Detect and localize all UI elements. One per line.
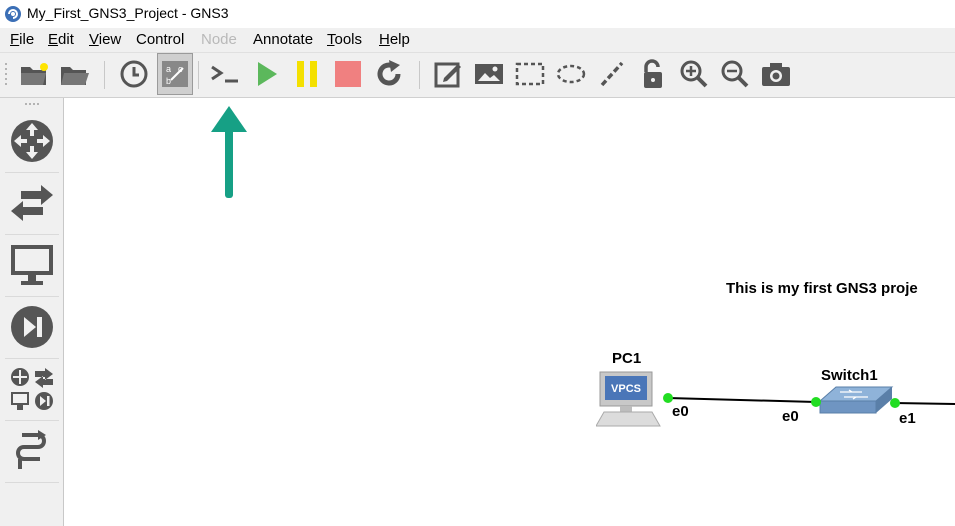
browse-all-devices-button[interactable] [5, 358, 59, 421]
switches-icon [11, 185, 53, 221]
add-note-button[interactable] [430, 53, 466, 95]
browse-routers-button[interactable] [5, 110, 59, 173]
add-link-icon [16, 430, 46, 469]
security-devices-icon [11, 306, 53, 348]
browse-security-devices-button[interactable] [5, 296, 59, 359]
menu-tools-label: ools [334, 31, 363, 48]
routers-icon [11, 120, 53, 162]
zoom-out-button[interactable] [717, 53, 753, 95]
menu-view-label: iew [98, 31, 122, 48]
menu-file[interactable]: File [10, 31, 34, 48]
insert-picture-icon [475, 64, 503, 84]
menu-view[interactable]: View [89, 31, 121, 48]
menu-bar: File Edit View Control Node Annotate Too… [0, 28, 955, 53]
suspend-all-icon [297, 61, 317, 87]
title-bar: My_First_GNS3_Project - GNS3 [0, 0, 955, 28]
switch1-e0-port-label[interactable]: e0 [782, 408, 799, 425]
browse-switches-button[interactable] [5, 172, 59, 235]
menu-tools-mnemonic: T [327, 31, 335, 48]
toolbar-separator [104, 61, 105, 89]
reload-all-button[interactable] [371, 53, 407, 95]
draw-ellipse-icon [556, 64, 586, 84]
menu-file-label: ile [19, 31, 35, 48]
sidebar-grip-icon[interactable] [24, 102, 40, 106]
svg-text:b: b [166, 76, 171, 86]
menu-control[interactable]: Control [136, 31, 184, 48]
menu-tools[interactable]: Tools [327, 31, 362, 48]
zoom-in-icon [680, 60, 708, 88]
topology-canvas[interactable]: This is my first GNS3 proje PC1 VPCS e0 … [64, 98, 955, 526]
device-sidebar [0, 98, 64, 526]
toolbar-separator [198, 61, 199, 89]
all-devices-icon [11, 368, 53, 410]
draw-rectangle-icon [515, 62, 545, 86]
link-pc1-switch1[interactable] [667, 397, 817, 403]
draw-rectangle-button[interactable] [512, 53, 548, 95]
gns3-app-icon [5, 6, 21, 22]
window-title: My_First_GNS3_Project - GNS3 [27, 5, 229, 21]
switch1-label[interactable]: Switch1 [821, 367, 878, 384]
menu-help[interactable]: Help [379, 31, 410, 48]
draw-line-icon [600, 61, 624, 87]
zoom-out-icon [721, 60, 749, 88]
pc1-node-icon[interactable]: VPCS [596, 370, 662, 430]
lock-icon [644, 59, 662, 88]
switch1-node-icon[interactable] [818, 383, 894, 419]
reload-all-icon [377, 60, 401, 86]
menu-annotate[interactable]: Annotate [253, 31, 313, 48]
lock-button[interactable] [635, 53, 671, 95]
console-all-button[interactable] [207, 53, 243, 95]
toolbar-grip-icon[interactable] [4, 61, 8, 89]
menu-node[interactable]: Node [201, 31, 237, 48]
stop-all-icon [335, 61, 361, 87]
switch1-e1-status-icon [890, 398, 900, 408]
suspend-all-button[interactable] [289, 53, 325, 95]
browse-end-devices-button[interactable] [5, 234, 59, 297]
stop-all-button[interactable] [330, 53, 366, 95]
menu-edit[interactable]: Edit [48, 31, 74, 48]
pc1-e0-port-label[interactable]: e0 [672, 403, 689, 420]
switch1-e0-status-icon [811, 397, 821, 407]
links-layer [667, 397, 955, 405]
new-project-icon [21, 63, 48, 85]
add-link-button[interactable] [5, 420, 59, 483]
end-devices-icon [11, 245, 53, 285]
menu-help-label: elp [389, 31, 410, 48]
new-project-button[interactable] [16, 53, 52, 95]
svg-text:a: a [166, 64, 171, 74]
start-all-icon [258, 62, 277, 86]
pc1-label[interactable]: PC1 [612, 350, 641, 367]
menu-file-mnemonic: F [10, 31, 20, 48]
menu-edit-label: dit [58, 31, 74, 48]
pc1-vpcs-text: VPCS [611, 383, 641, 395]
menu-view-mnemonic: V [89, 31, 99, 48]
screenshot-icon [762, 63, 790, 86]
zoom-in-button[interactable] [676, 53, 712, 95]
annotation-arrow-icon [211, 106, 247, 198]
main-toolbar: a c b [0, 53, 955, 98]
insert-picture-button[interactable] [471, 53, 507, 95]
console-all-icon [211, 65, 238, 83]
start-all-button[interactable] [248, 53, 284, 95]
toolbar-separator [419, 61, 420, 89]
switch1-e1-port-label[interactable]: e1 [899, 410, 916, 427]
open-project-icon [61, 67, 89, 85]
draw-line-button[interactable] [594, 53, 630, 95]
link-switch1-e1[interactable] [893, 402, 955, 405]
snapshot-icon [120, 60, 148, 88]
draw-ellipse-button[interactable] [553, 53, 589, 95]
menu-help-mnemonic: H [379, 31, 390, 48]
show-interface-labels-icon: a c b [162, 61, 188, 87]
screenshot-button[interactable] [758, 53, 794, 95]
menu-edit-mnemonic: E [48, 31, 59, 48]
snapshot-button[interactable] [116, 53, 152, 95]
show-interface-labels-button[interactable]: a c b [157, 53, 193, 95]
open-project-button[interactable] [56, 53, 92, 95]
add-note-icon [434, 62, 461, 88]
canvas-note[interactable]: This is my first GNS3 proje [726, 280, 918, 297]
